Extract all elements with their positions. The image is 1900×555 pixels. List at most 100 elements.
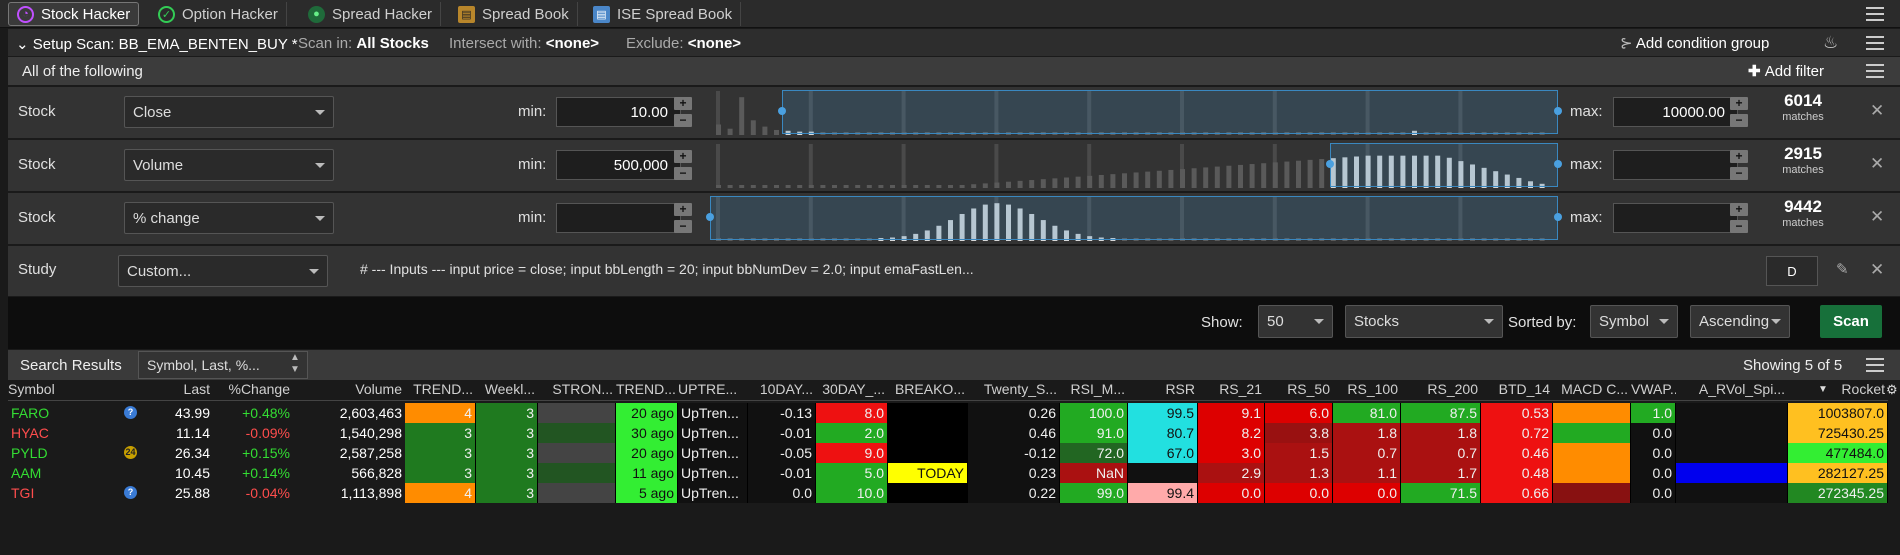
column-header-0[interactable]: Symbol [8,381,138,401]
info-icon[interactable]: ? [124,406,137,419]
column-header-11[interactable]: BREAKO... [888,381,968,401]
remove-study-icon[interactable]: ✕ [1870,260,1884,280]
histogram-bar [1075,176,1081,188]
column-header-16[interactable]: RS_50 [1265,381,1333,401]
column-header-14[interactable]: RSR [1128,381,1198,401]
table-cell: -0.01 [748,463,816,483]
tab-spread-book[interactable]: ▤ Spread Book [450,2,578,26]
table-cell: 4 [405,403,476,423]
symbol-cell[interactable]: AAM [8,463,138,483]
symbol-cell[interactable]: TGI [8,483,138,503]
column-header-2[interactable]: %Change [213,381,293,401]
column-header-20[interactable]: MACD C... [1553,381,1631,401]
sort-field-dropdown[interactable]: Symbol [1590,305,1678,338]
study-code-preview[interactable]: # --- Inputs --- input price = close; in… [360,261,974,277]
range-handle-min[interactable] [706,213,714,221]
column-header-13[interactable]: RSI_M... [1060,381,1128,401]
gear-icon[interactable]: ⚙ [1886,382,1898,398]
min-input[interactable]: 500,000 [556,150,681,180]
range-handle-max[interactable] [1554,213,1562,221]
range-selection[interactable] [710,196,1558,240]
min-input[interactable] [556,203,681,233]
min-input[interactable]: 10.00 [556,97,681,127]
max-input[interactable] [1613,203,1738,233]
add-filter-button[interactable]: ✚ Add filter [1748,62,1824,80]
histogram-bar [866,185,872,188]
max-input[interactable]: 10000.00 [1613,97,1738,127]
scan-in[interactable]: Scan in: All Stocks [298,35,429,52]
menu-icon[interactable] [1866,7,1884,21]
setup-scan[interactable]: ⌄ Setup Scan: BB_EMA_BENTEN_BUY * [16,35,298,53]
column-header-1[interactable]: Last [138,381,213,401]
asset-type-dropdown[interactable]: Stocks [1345,305,1503,338]
remove-filter-close-icon[interactable]: ✕ [1870,101,1884,121]
min-stepper[interactable]: + − [674,203,692,233]
results-menu-icon[interactable] [1866,358,1884,372]
tab-spread-hacker[interactable]: ● Spread Hacker [300,2,442,26]
table-cell: 9.1 [1198,403,1265,423]
tab-stock-hacker[interactable]: ◔ Stock Hacker [8,2,140,26]
add-condition-group-button[interactable]: ⊱ Add condition group [1620,34,1769,52]
symbol-cell[interactable]: HYAC [8,423,138,443]
column-header-8[interactable]: UPTRE... [678,381,748,401]
intersect-with[interactable]: Intersect with: <none> [449,35,599,52]
group-menu-icon[interactable] [1866,64,1884,78]
table-cell: +0.15% [213,443,293,463]
remove-filter-volume-icon[interactable]: ✕ [1870,154,1884,174]
column-header-6[interactable]: STRON... [538,381,616,401]
setup-menu-icon[interactable] [1866,36,1884,50]
column-header-9[interactable]: 10DAY... [748,381,816,401]
range-handle-max[interactable] [1554,107,1562,115]
exclude[interactable]: Exclude: <none> [626,35,741,52]
min-stepper[interactable]: + − [674,150,692,180]
d-button[interactable]: D [1766,256,1818,286]
max-stepper[interactable]: + − [1730,150,1748,180]
filter-field-dropdown[interactable]: Close [124,96,334,128]
max-input[interactable] [1613,150,1738,180]
max-stepper[interactable]: + − [1730,203,1748,233]
column-header-7[interactable]: TREND... [616,381,678,401]
results-count: Showing 5 of 5 [1743,357,1843,374]
symbol-cell[interactable]: PYLD [8,443,138,463]
pencil-icon[interactable]: ✎ [1836,260,1849,278]
min-stepper[interactable]: + − [674,97,692,127]
study-dropdown[interactable]: Custom... [118,255,328,287]
tab-ise-spread-book[interactable]: ▤ ISE Spread Book [585,2,742,26]
range-handle-max[interactable] [1554,160,1562,168]
tab-option-hacker[interactable]: ✓ Option Hacker [150,2,287,26]
symbol-cell[interactable]: FARO [8,403,138,423]
column-header-4[interactable]: TREND... [405,381,476,401]
histogram-bar [1261,163,1267,188]
range-handle-min[interactable] [1326,160,1334,168]
earnings-badge-icon[interactable]: 24 [124,446,137,459]
scan-button[interactable]: Scan [1820,305,1882,338]
setup-bar: ⌄ Setup Scan: BB_EMA_BENTEN_BUY * Scan i… [8,29,1900,56]
info-icon[interactable]: ? [124,486,137,499]
column-header-18[interactable]: RS_200 [1401,381,1481,401]
histogram-bar [1064,177,1069,188]
column-header-23[interactable]: Rocket [1788,381,1888,401]
column-header-12[interactable]: Twenty_S... [968,381,1060,401]
column-set-spinner-icon[interactable]: ▲ ▼ [290,352,300,376]
range-selection[interactable] [1330,143,1558,187]
table-cell: UpTren... [678,423,748,443]
column-set-dropdown[interactable]: Symbol, Last, %... [138,351,308,379]
column-header-3[interactable]: Volume [293,381,405,401]
show-count-dropdown[interactable]: 50 [1258,305,1333,338]
column-header-19[interactable]: BTD_14 [1481,381,1553,401]
filter-field-dropdown[interactable]: % change [124,202,334,234]
table-cell: 87.5 [1401,403,1481,423]
column-header-17[interactable]: RS_100 [1333,381,1401,401]
filter-field-dropdown[interactable]: Volume [124,149,334,181]
flame-icon[interactable]: ♨ [1823,33,1838,53]
max-stepper[interactable]: + − [1730,97,1748,127]
sort-order-dropdown[interactable]: Ascending [1690,305,1790,338]
remove-filter-pct-change-icon[interactable]: ✕ [1870,207,1884,227]
column-header-10[interactable]: 30DAY_... [816,381,888,401]
range-handle-min[interactable] [778,107,786,115]
column-header-22[interactable]: A_RVol_Spi... [1676,381,1788,401]
column-header-15[interactable]: RS_21 [1198,381,1265,401]
column-header-21[interactable]: VWAP... [1631,381,1676,401]
range-selection[interactable] [782,90,1558,134]
column-header-5[interactable]: Weekl... [476,381,538,401]
